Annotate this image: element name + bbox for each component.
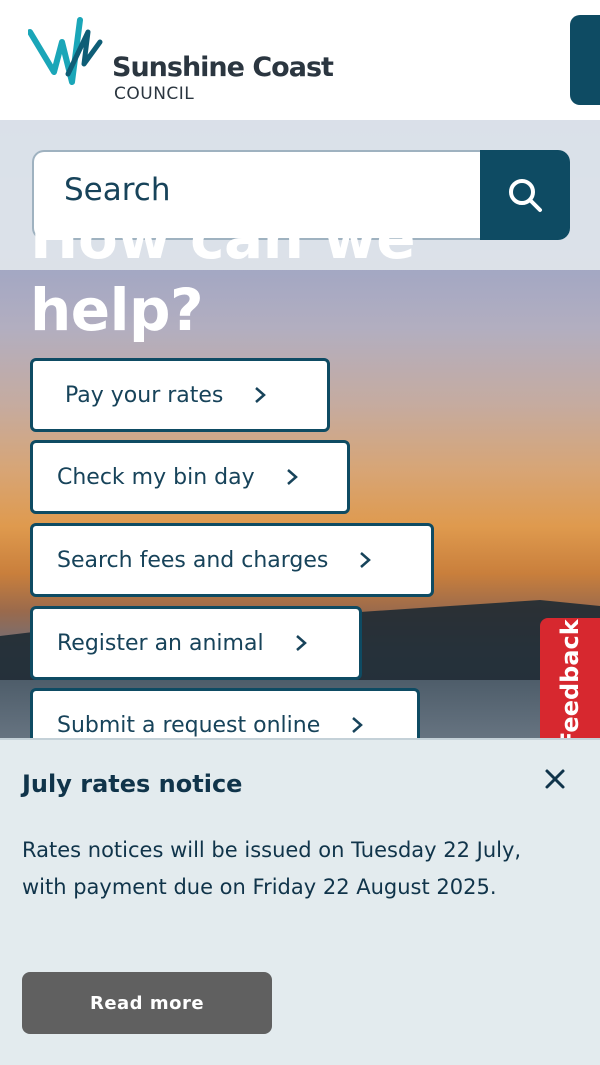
feedback-tab[interactable]: Feedback [540, 618, 600, 748]
menu-button[interactable] [570, 15, 600, 105]
chevron-right-icon [285, 467, 299, 487]
logo-title: Sunshine Coast [112, 52, 334, 83]
quick-link-label: Submit a request online [57, 712, 321, 738]
notice-body: Rates notices will be issued on Tuesday … [22, 838, 522, 899]
register-animal-link[interactable]: Register an animal [30, 606, 362, 680]
quick-link-label: Check my bin day [57, 464, 255, 490]
chevron-right-icon [350, 715, 364, 735]
council-logo-link[interactable]: Sunshine Coast COUNCIL [28, 12, 348, 104]
search-button[interactable] [480, 150, 570, 240]
read-more-button[interactable]: Read more [22, 972, 272, 1034]
pay-rates-link[interactable]: Pay your rates [30, 358, 330, 432]
chevron-right-icon [253, 385, 267, 405]
logo-subtitle: COUNCIL [114, 84, 195, 104]
check-bin-day-link[interactable]: Check my bin day [30, 440, 350, 514]
quick-link-label: Search fees and charges [57, 547, 329, 573]
quick-link-label: Register an animal [57, 630, 264, 656]
search-fees-link[interactable]: Search fees and charges [30, 523, 434, 597]
council-logo-icon [28, 17, 103, 85]
feedback-label: Feedback [556, 619, 584, 748]
close-icon [545, 769, 565, 789]
rates-notice-banner: July rates notice Rates notices will be … [0, 738, 600, 1065]
quick-link-label: Pay your rates [65, 382, 224, 408]
chevron-right-icon [358, 550, 372, 570]
close-button[interactable] [538, 762, 572, 796]
search-icon [509, 179, 542, 212]
hero-heading: How can we help? [30, 204, 416, 344]
notice-title: July rates notice [22, 770, 243, 798]
site-header: Sunshine Coast COUNCIL [0, 0, 600, 120]
chevron-right-icon [294, 633, 308, 653]
